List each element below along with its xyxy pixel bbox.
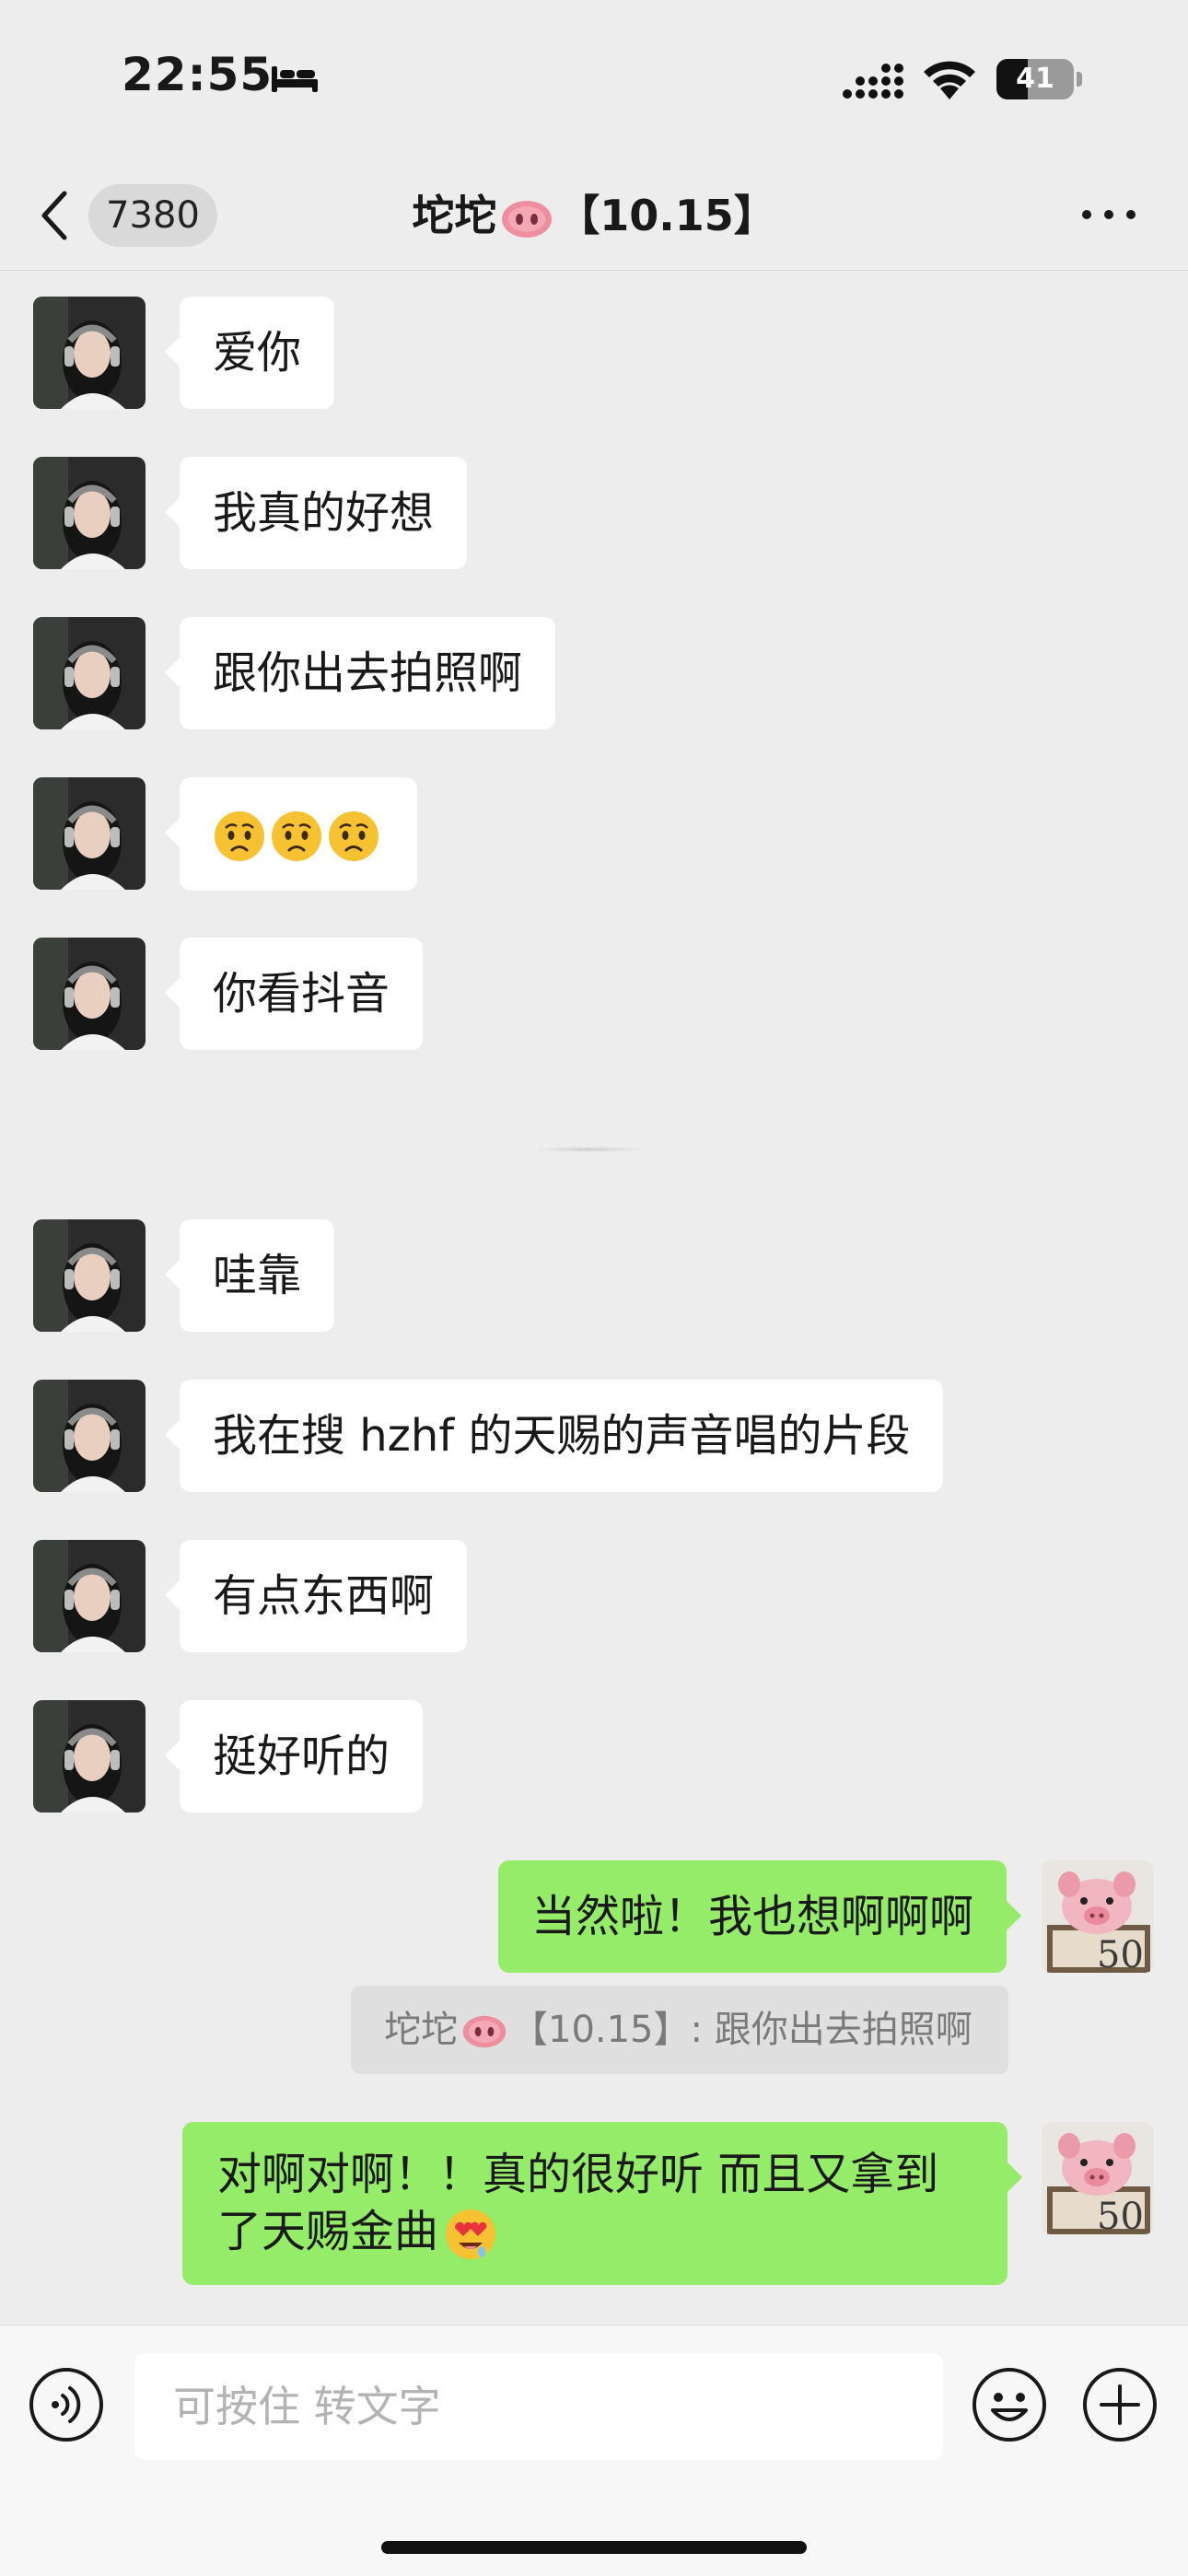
- pig-nose-icon: [502, 200, 553, 238]
- contact-avatar[interactable]: [33, 1700, 146, 1813]
- battery-icon: 41: [996, 59, 1083, 99]
- heart-eyes-emoji-icon: [446, 2209, 496, 2259]
- svg-text:50: 50: [1097, 1934, 1144, 1973]
- outgoing-message-text: 对啊对啊！！真的很好听 而且又拿到了天赐金曲: [217, 2149, 939, 2257]
- chat-header: 7380 坨坨 【10.15】: [0, 161, 1188, 271]
- frowning-face-emoji-icon: [329, 811, 379, 861]
- add-attachment-icon[interactable]: [1081, 2366, 1159, 2443]
- incoming-emoji-bubble[interactable]: [165, 777, 417, 891]
- svg-text:50: 50: [1097, 2196, 1144, 2234]
- contact-avatar[interactable]: [33, 938, 146, 1050]
- incoming-message-bubble[interactable]: 爱你: [164, 297, 335, 409]
- frowning-face-emoji-icon: [215, 811, 264, 861]
- incoming-message-bubble[interactable]: 挺好听的: [164, 1700, 424, 1813]
- contact-avatar[interactable]: [33, 617, 146, 729]
- unread-count-badge[interactable]: 7380: [88, 184, 217, 247]
- time-divider: [534, 1148, 645, 1151]
- quote-sender: 坨坨: [384, 2009, 458, 2051]
- contact-avatar[interactable]: [33, 1219, 146, 1332]
- contact-avatar[interactable]: [33, 1540, 146, 1652]
- quote-text: 【10.15】: 跟你出去拍照啊: [511, 2009, 973, 2051]
- back-chevron-icon[interactable]: [37, 186, 74, 245]
- contact-avatar[interactable]: [33, 457, 146, 569]
- outgoing-message-bubble[interactable]: 对啊对啊！！真的很好听 而且又拿到了天赐金曲: [182, 2122, 1022, 2285]
- frowning-face-emoji-icon: [272, 811, 321, 861]
- status-time: 22:55: [122, 48, 274, 101]
- wifi-icon: [924, 61, 975, 99]
- incoming-message-bubble[interactable]: 哇靠: [164, 1219, 335, 1332]
- my-avatar[interactable]: 50: [1042, 2122, 1154, 2234]
- incoming-message-bubble[interactable]: 跟你出去拍照啊: [164, 617, 556, 729]
- chat-title-suffix: 【10.15】: [557, 191, 776, 240]
- incoming-message-bubble[interactable]: 我真的好想: [164, 457, 468, 569]
- emoji-picker-icon[interactable]: [971, 2366, 1048, 2443]
- contact-avatar[interactable]: [33, 1380, 146, 1492]
- incoming-message-bubble[interactable]: 你看抖音: [164, 938, 424, 1050]
- sleep-focus-icon: [272, 66, 318, 92]
- cellular-signal-icon: [843, 64, 903, 99]
- incoming-message-bubble[interactable]: 有点东西啊: [164, 1540, 468, 1652]
- battery-percent: 41: [1016, 63, 1054, 95]
- contact-avatar[interactable]: [33, 297, 146, 409]
- my-avatar[interactable]: 50: [1042, 1860, 1154, 1973]
- quoted-message[interactable]: 坨坨 【10.15】: 跟你出去拍照啊: [351, 1986, 1008, 2074]
- message-input-bar: 可按住 转文字: [0, 2325, 1188, 2576]
- voice-input-icon[interactable]: [28, 2366, 105, 2443]
- contact-avatar[interactable]: [33, 777, 146, 890]
- home-indicator: [381, 2541, 807, 2554]
- message-list[interactable]: 爱你 我真的好想 跟你出去拍照啊 你看抖音 哇靠 我在搜 hzhf 的天赐的声音…: [0, 271, 1188, 2325]
- outgoing-message-bubble[interactable]: 当然啦！我也想啊啊啊: [497, 1860, 1022, 1973]
- status-bar: 22:55 41: [0, 0, 1188, 161]
- incoming-message-bubble[interactable]: 我在搜 hzhf 的天赐的声音唱的片段: [164, 1380, 944, 1492]
- pig-nose-icon: [462, 2015, 507, 2048]
- chat-title-name: 坨坨: [412, 191, 497, 240]
- message-text-input[interactable]: 可按住 转文字: [134, 2353, 943, 2460]
- more-options-icon[interactable]: [1079, 198, 1138, 231]
- chat-title: 坨坨 【10.15】: [304, 161, 884, 270]
